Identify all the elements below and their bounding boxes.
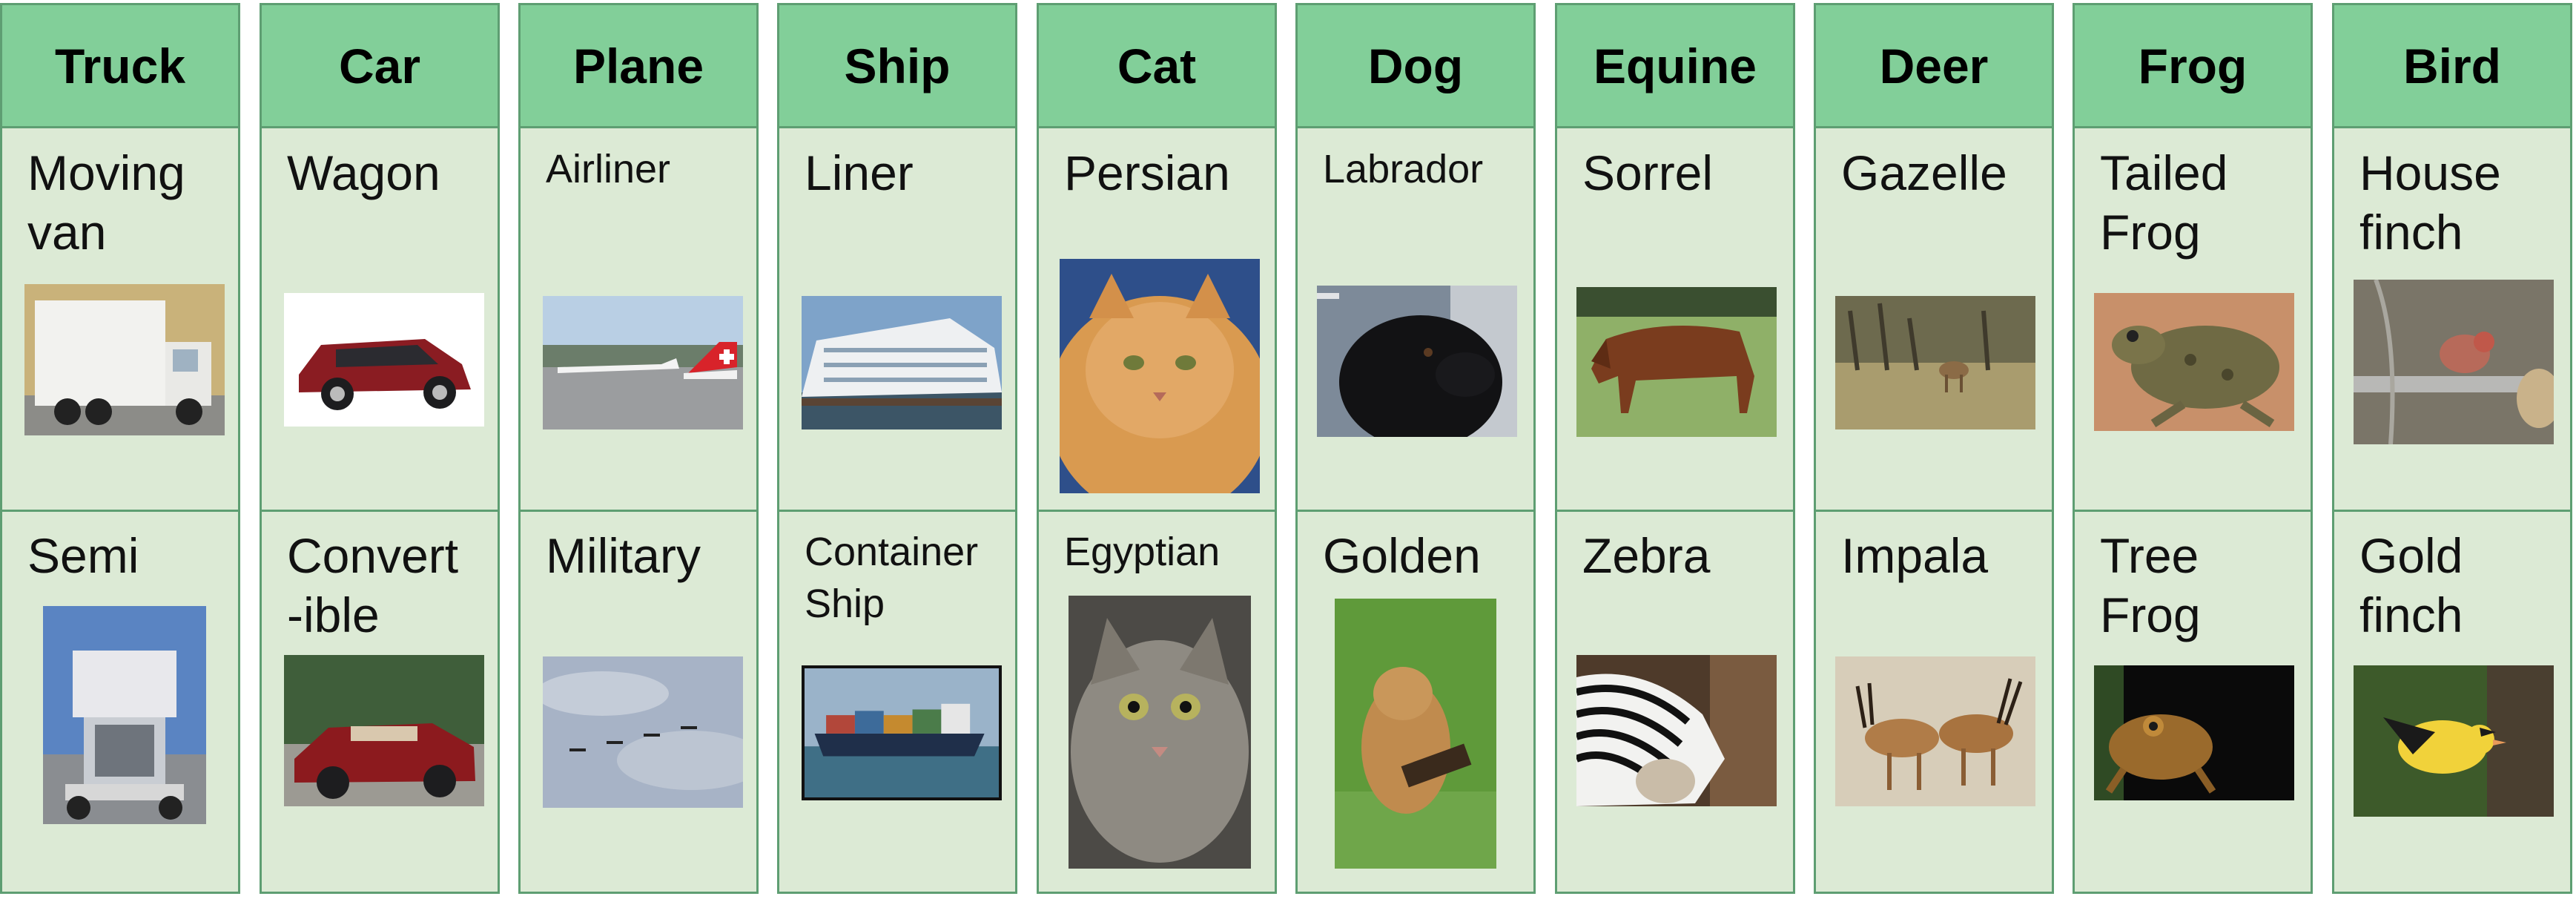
container-ship-photo: [802, 665, 1002, 800]
label-convertible: Convert -ible: [287, 528, 459, 642]
column-equine: Equine Sorrel Zebra: [1555, 3, 1795, 894]
label-labrador: Labrador: [1323, 147, 1484, 191]
label-house-finch: House finch: [2359, 145, 2501, 260]
label-zebra: Zebra: [1582, 528, 1711, 583]
header-deer: Deer: [1816, 5, 2052, 128]
column-cat: Cat Persian Egyptian: [1037, 3, 1277, 894]
zebra-photo: [1576, 655, 1777, 806]
label-military: Military: [546, 528, 701, 583]
column-car: Car Wagon Convert -ible: [260, 3, 500, 894]
row-divider: [2334, 510, 2570, 512]
label-egyptian: Egyptian: [1064, 530, 1221, 574]
column-plane: Plane Airliner Military: [518, 3, 759, 894]
header-dog: Dog: [1298, 5, 1533, 128]
column-bird: Bird House finch Gold finch: [2332, 3, 2572, 894]
persian-cat-photo: [1060, 259, 1260, 493]
liner-photo: [802, 296, 1002, 429]
label-tree-frog: Tree Frog: [2100, 528, 2201, 642]
label-liner: Liner: [805, 145, 914, 200]
tailed-frog-photo: [2094, 293, 2294, 431]
moving-van-photo: [24, 284, 225, 435]
gazelle-photo: [1835, 296, 2035, 429]
label-wagon: Wagon: [287, 145, 440, 200]
label-airliner: Airliner: [546, 147, 671, 191]
label-container-ship: Container Ship: [805, 530, 979, 626]
row-divider: [2075, 510, 2311, 512]
impala-photo: [1835, 656, 2035, 806]
wagon-photo: [284, 293, 484, 427]
labrador-photo: [1317, 286, 1517, 437]
header-truck: Truck: [2, 5, 238, 128]
sorrel-horse-photo: [1576, 287, 1777, 437]
column-truck: Truck Moving van Semi: [0, 3, 240, 894]
column-ship: Ship Liner Container Ship: [777, 3, 1017, 894]
label-moving-van: Moving van: [27, 145, 185, 260]
row-divider: [262, 510, 498, 512]
header-cat: Cat: [1039, 5, 1275, 128]
column-frog: Frog Tailed Frog Tree Frog: [2073, 3, 2313, 894]
header-plane: Plane: [521, 5, 756, 128]
header-ship: Ship: [779, 5, 1015, 128]
label-impala: Impala: [1841, 528, 1989, 583]
military-planes-photo: [543, 656, 743, 808]
label-sorrel: Sorrel: [1582, 145, 1714, 200]
label-semi: Semi: [27, 528, 139, 583]
header-equine: Equine: [1557, 5, 1793, 128]
row-divider: [1298, 510, 1533, 512]
label-goldfinch: Gold finch: [2359, 528, 2463, 642]
row-divider: [1557, 510, 1793, 512]
convertible-photo: [284, 655, 484, 806]
column-dog: Dog Labrador Golden: [1295, 3, 1536, 894]
column-deer: Deer Gazelle Impala: [1814, 3, 2054, 894]
house-finch-photo: [2354, 280, 2554, 444]
goldfinch-photo: [2354, 665, 2554, 817]
row-divider: [779, 510, 1015, 512]
semi-truck-photo: [43, 606, 206, 824]
egyptian-cat-photo: [1069, 596, 1251, 869]
header-frog: Frog: [2075, 5, 2311, 128]
header-bird: Bird: [2334, 5, 2570, 128]
row-divider: [521, 510, 756, 512]
header-car: Car: [262, 5, 498, 128]
label-tailed-frog: Tailed Frog: [2100, 145, 2228, 260]
label-golden: Golden: [1323, 528, 1481, 583]
row-divider: [1039, 510, 1275, 512]
golden-retriever-photo: [1335, 599, 1496, 869]
airliner-photo: [543, 296, 743, 429]
row-divider: [1816, 510, 2052, 512]
row-divider: [2, 510, 238, 512]
label-gazelle: Gazelle: [1841, 145, 2007, 200]
label-persian: Persian: [1064, 145, 1230, 200]
tree-frog-photo: [2094, 665, 2294, 800]
